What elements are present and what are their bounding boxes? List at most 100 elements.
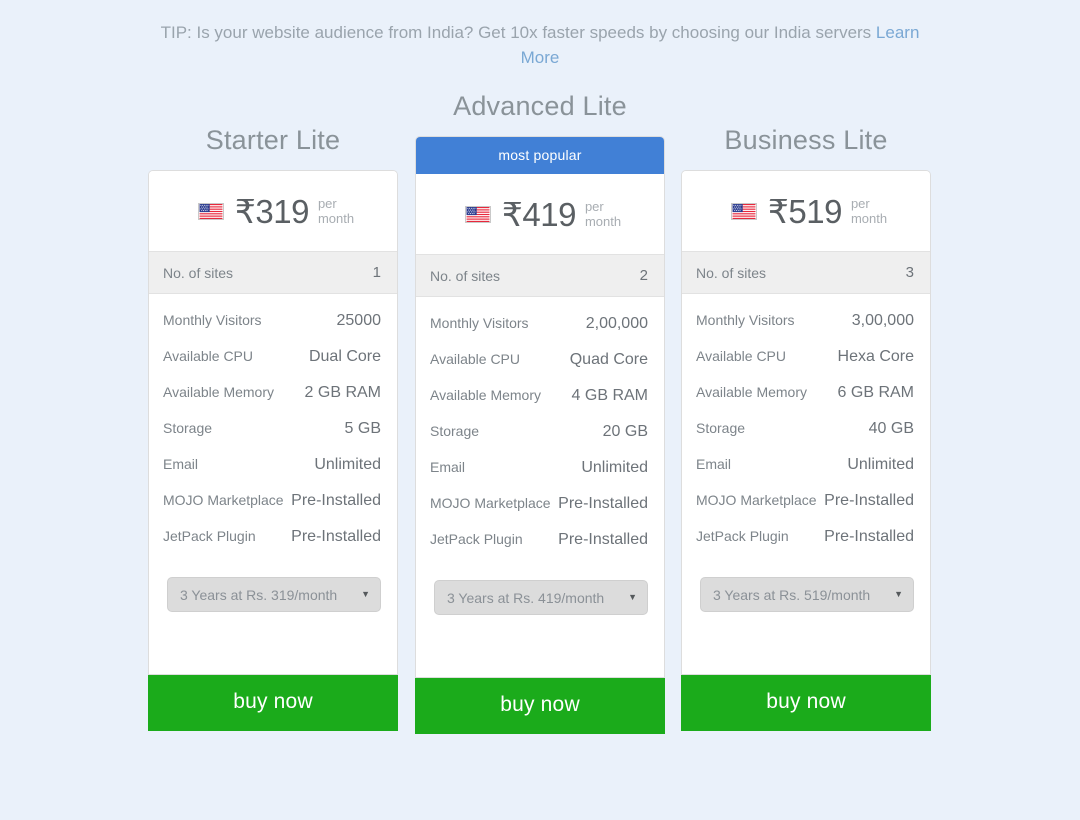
feature-row-visitors: Monthly Visitors 3,00,000: [682, 303, 930, 339]
price-period: per month: [318, 196, 354, 226]
term-select-value: 3 Years at Rs. 319/month: [180, 586, 338, 603]
feature-row-email: Email Unlimited: [682, 447, 930, 483]
feature-value-storage: 40 GB: [868, 420, 914, 437]
chevron-down-icon: ▼: [361, 589, 370, 599]
card-spacer: [416, 629, 664, 677]
chevron-down-icon: ▼: [894, 589, 903, 599]
feature-label-visitors: Monthly Visitors: [163, 312, 262, 328]
feature-value-storage: 20 GB: [602, 423, 648, 440]
feature-label-marketplace: MOJO Marketplace: [430, 495, 551, 511]
buy-now-button[interactable]: buy now: [681, 675, 931, 731]
feature-value-marketplace: Pre-Installed: [558, 495, 648, 512]
feature-label-memory: Available Memory: [696, 384, 808, 400]
feature-row-jetpack: JetPack Plugin Pre-Installed: [682, 519, 930, 555]
feature-row-jetpack: JetPack Plugin Pre-Installed: [416, 522, 664, 558]
feature-label-memory: Available Memory: [163, 384, 275, 400]
feature-value-memory: 6 GB RAM: [837, 384, 914, 401]
feature-value-email: Unlimited: [847, 456, 914, 473]
feature-value-sites: 3: [905, 264, 914, 281]
feature-row-marketplace: MOJO Marketplace Pre-Installed: [149, 483, 397, 519]
feature-value-jetpack: Pre-Installed: [291, 528, 381, 545]
most-popular-ribbon: most popular: [416, 137, 664, 174]
feature-label-jetpack: JetPack Plugin: [696, 528, 789, 544]
plan-card-business-lite: Business Lite ₹519 per month No. of site…: [681, 88, 931, 731]
feature-label-visitors: Monthly Visitors: [430, 315, 529, 331]
feature-value-visitors: 3,00,000: [851, 312, 914, 329]
feature-row-memory: Available Memory 4 GB RAM: [416, 378, 664, 414]
feature-label-sites: No. of sites: [163, 264, 234, 281]
feature-label-memory: Available Memory: [430, 387, 542, 403]
plan-title: Starter Lite: [205, 125, 341, 155]
term-select-value: 3 Years at Rs. 519/month: [713, 586, 871, 603]
price-row: ₹519 per month: [682, 171, 930, 251]
price-period-line2: month: [850, 211, 888, 226]
feature-list: Monthly Visitors 3,00,000 Available CPU …: [682, 294, 930, 555]
feature-value-cpu: Quad Core: [569, 351, 648, 368]
us-flag-icon: [197, 202, 224, 220]
feature-value-cpu: Dual Core: [308, 348, 381, 365]
plan-card-body: ₹319 per month No. of sites 1 Monthly Vi…: [148, 170, 398, 675]
feature-label-email: Email: [430, 459, 466, 475]
feature-value-memory: 4 GB RAM: [571, 387, 648, 404]
price-row: ₹319 per month: [149, 171, 397, 251]
card-spacer: [149, 626, 397, 674]
feature-row-storage: Storage 40 GB: [682, 411, 930, 447]
feature-value-cpu: Hexa Core: [837, 348, 914, 365]
feature-row-marketplace: MOJO Marketplace Pre-Installed: [682, 483, 930, 519]
feature-row-sites: No. of sites 1: [149, 251, 397, 294]
term-select[interactable]: 3 Years at Rs. 419/month ▼: [434, 580, 648, 615]
feature-row-jetpack: JetPack Plugin Pre-Installed: [149, 519, 397, 555]
feature-row-cpu: Available CPU Quad Core: [416, 342, 664, 378]
feature-row-storage: Storage 20 GB: [416, 414, 664, 450]
feature-value-sites: 2: [639, 267, 648, 284]
price-period: per month: [851, 196, 887, 226]
pricing-plans-container: Starter Lite ₹319 per month No. of sites…: [0, 88, 1080, 788]
feature-row-storage: Storage 5 GB: [149, 411, 397, 447]
feature-label-marketplace: MOJO Marketplace: [696, 492, 817, 508]
feature-label-sites: No. of sites: [430, 267, 501, 284]
feature-value-marketplace: Pre-Installed: [291, 492, 381, 509]
feature-label-storage: Storage: [696, 420, 746, 436]
term-select[interactable]: 3 Years at Rs. 319/month ▼: [167, 577, 381, 612]
feature-label-cpu: Available CPU: [430, 351, 521, 367]
feature-list: Monthly Visitors 25000 Available CPU Dua…: [149, 294, 397, 555]
feature-label-cpu: Available CPU: [163, 348, 254, 364]
price-period-line1: per: [584, 199, 604, 214]
us-flag-icon: [464, 205, 491, 223]
us-flag-icon: [730, 202, 757, 220]
feature-row-memory: Available Memory 2 GB RAM: [149, 375, 397, 411]
price-period-line1: per: [850, 196, 870, 211]
feature-value-email: Unlimited: [314, 456, 381, 473]
feature-label-sites: No. of sites: [696, 264, 767, 281]
feature-list: Monthly Visitors 2,00,000 Available CPU …: [416, 297, 664, 558]
chevron-down-icon: ▼: [628, 592, 637, 602]
price-period-line2: month: [317, 211, 355, 226]
card-spacer: [682, 626, 930, 674]
term-select[interactable]: 3 Years at Rs. 519/month ▼: [700, 577, 914, 612]
feature-value-email: Unlimited: [581, 459, 648, 476]
price-amount: ₹519: [767, 192, 843, 230]
feature-row-visitors: Monthly Visitors 25000: [149, 303, 397, 339]
feature-row-email: Email Unlimited: [416, 450, 664, 486]
feature-value-jetpack: Pre-Installed: [824, 528, 914, 545]
feature-row-marketplace: MOJO Marketplace Pre-Installed: [416, 486, 664, 522]
tip-banner-text: TIP: Is your website audience from India…: [160, 23, 872, 42]
feature-label-marketplace: MOJO Marketplace: [163, 492, 284, 508]
term-selector-wrap: 3 Years at Rs. 519/month ▼: [682, 555, 930, 626]
buy-now-button[interactable]: buy now: [415, 678, 665, 734]
feature-value-jetpack: Pre-Installed: [558, 531, 648, 548]
feature-row-email: Email Unlimited: [149, 447, 397, 483]
term-selector-wrap: 3 Years at Rs. 419/month ▼: [416, 558, 664, 629]
buy-now-button[interactable]: buy now: [148, 675, 398, 731]
term-selector-wrap: 3 Years at Rs. 319/month ▼: [149, 555, 397, 626]
plan-title: Advanced Lite: [453, 91, 627, 121]
feature-label-jetpack: JetPack Plugin: [163, 528, 256, 544]
feature-label-jetpack: JetPack Plugin: [430, 531, 523, 547]
feature-row-cpu: Available CPU Dual Core: [149, 339, 397, 375]
price-row: ₹419 per month: [416, 174, 664, 254]
feature-label-cpu: Available CPU: [696, 348, 787, 364]
feature-label-email: Email: [696, 456, 732, 472]
feature-label-storage: Storage: [430, 423, 480, 439]
feature-row-memory: Available Memory 6 GB RAM: [682, 375, 930, 411]
price-amount: ₹319: [234, 192, 310, 230]
